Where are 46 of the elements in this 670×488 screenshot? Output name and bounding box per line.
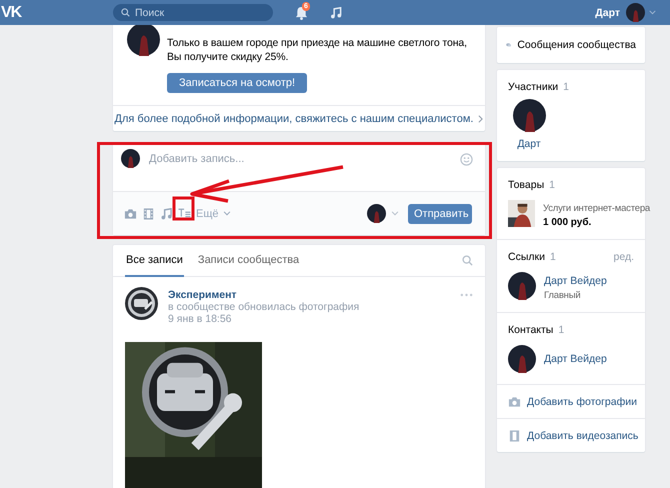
post-text: Только в вашем городе при приезде на машине светлого тона, Вы получите скидку 25%. bbox=[167, 37, 468, 64]
wall-tab[interactable]: Все записи bbox=[125, 245, 184, 277]
music-note-icon[interactable] bbox=[330, 6, 342, 18]
user-avatar[interactable] bbox=[626, 3, 645, 22]
link-name[interactable]: Дарт Вейдер bbox=[544, 275, 607, 287]
user-name[interactable]: Дарт bbox=[595, 6, 620, 18]
avatar bbox=[121, 149, 140, 168]
film-icon bbox=[508, 430, 521, 442]
goods-count: 1 bbox=[549, 179, 555, 191]
section-title[interactable]: Товары bbox=[508, 179, 544, 191]
author-avatar[interactable] bbox=[367, 204, 386, 223]
author-link[interactable]: Эксперимент bbox=[168, 289, 360, 301]
link-avatar[interactable] bbox=[508, 272, 536, 300]
search-icon bbox=[121, 8, 130, 17]
contact-name[interactable]: Дарт Вейдер bbox=[544, 353, 607, 365]
caret-icon bbox=[222, 211, 231, 216]
more-info-link[interactable]: Для более подобной информации, свяжитесь с нашим специалистом. bbox=[114, 112, 474, 124]
signup-button[interactable]: Записаться на осмотр! bbox=[167, 73, 308, 93]
avatar bbox=[127, 23, 160, 56]
music-note-icon[interactable] bbox=[160, 208, 173, 220]
send-button[interactable]: Отправить bbox=[408, 204, 472, 224]
link-description: Главный bbox=[544, 290, 582, 301]
product-price: 1 000 руб. bbox=[543, 217, 592, 228]
product-name[interactable]: Услуги интернет-мастера bbox=[543, 203, 650, 214]
camera-icon[interactable] bbox=[124, 208, 137, 220]
search-field[interactable]: Поиск bbox=[113, 4, 273, 21]
add-media-link[interactable]: Добавить фотографии bbox=[527, 396, 637, 408]
text-format-icon[interactable] bbox=[178, 208, 191, 220]
camera-icon bbox=[508, 396, 521, 408]
member-count: 1 bbox=[563, 81, 570, 93]
film-icon[interactable] bbox=[142, 208, 155, 220]
caret-icon[interactable] bbox=[649, 10, 656, 15]
link-count: 1 bbox=[550, 251, 556, 263]
logo[interactable]: VK bbox=[1, 4, 113, 22]
section-title[interactable]: Ссылки bbox=[508, 251, 545, 263]
contact-avatar[interactable] bbox=[508, 345, 536, 373]
section-title[interactable]: Участники bbox=[508, 81, 558, 93]
wall-tab[interactable]: Записи сообщества bbox=[196, 245, 300, 277]
post-action: в сообществе обновилась фотография bbox=[168, 301, 360, 313]
member-avatar[interactable] bbox=[512, 99, 546, 132]
add-media-link[interactable]: Добавить видеозапись bbox=[527, 430, 638, 442]
community-logo-icon[interactable] bbox=[125, 287, 158, 320]
member-name[interactable]: Дарт bbox=[517, 138, 541, 150]
chevron-right-icon bbox=[478, 114, 484, 122]
section-title[interactable]: Контакты bbox=[508, 324, 554, 336]
contact-count: 1 bbox=[558, 324, 564, 336]
